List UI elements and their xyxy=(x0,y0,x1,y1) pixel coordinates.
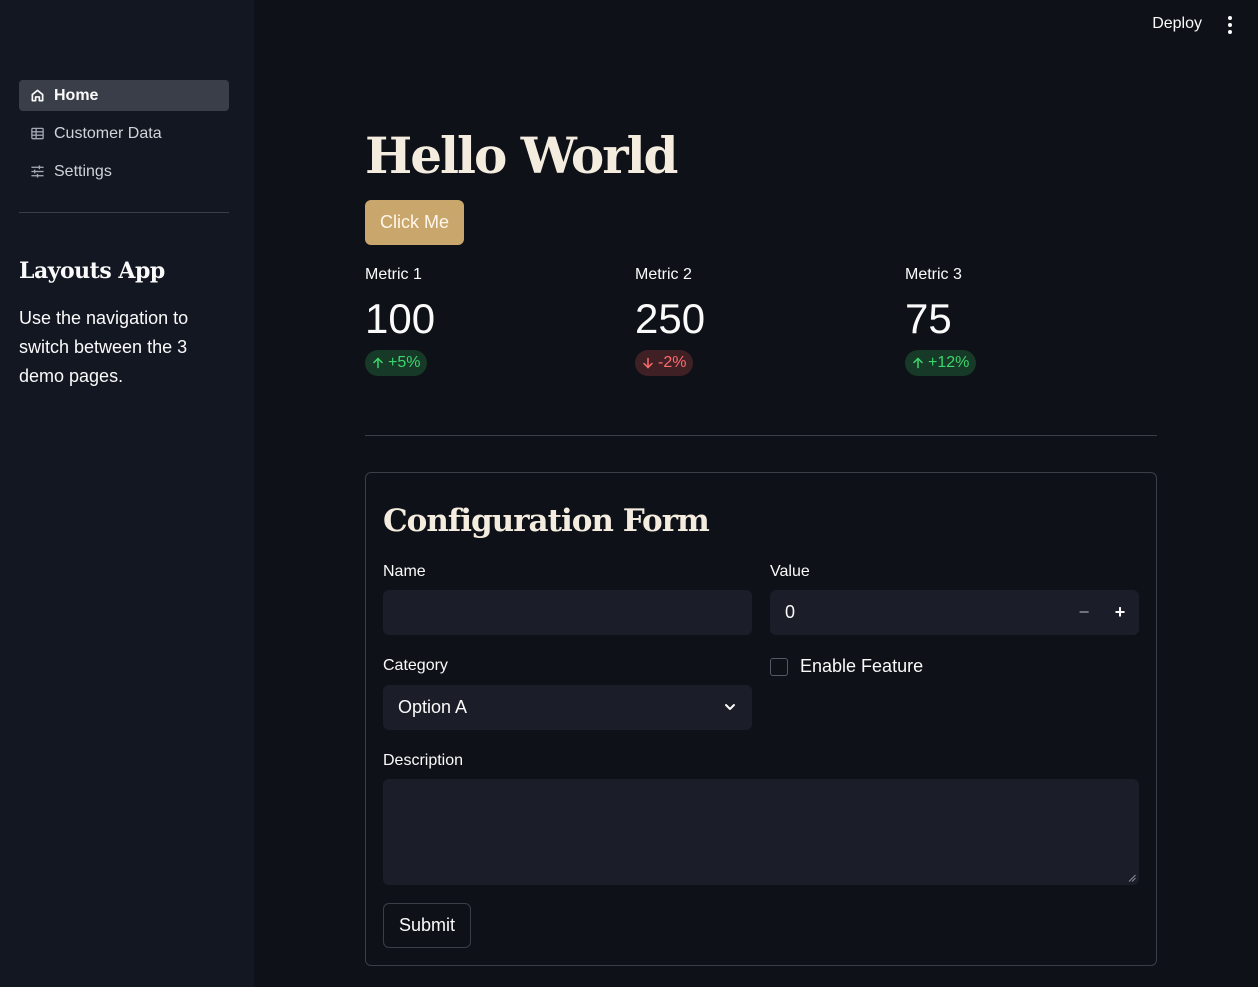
name-input[interactable] xyxy=(383,590,752,635)
metric-label: Metric 1 xyxy=(365,266,422,283)
metric-delta-text: +5% xyxy=(388,354,421,371)
home-icon xyxy=(29,88,45,104)
sidebar-item-label: Home xyxy=(54,86,99,104)
table-icon xyxy=(29,126,45,142)
category-select[interactable]: Option A xyxy=(383,685,752,730)
sidebar: Home Customer Data Settings Layouts App … xyxy=(0,0,254,987)
value-label: Value xyxy=(770,563,810,580)
sidebar-app-title: Layouts App xyxy=(19,258,165,284)
sidebar-divider xyxy=(19,212,229,213)
metric-card-3: Metric 3 75 +12% xyxy=(905,266,1155,376)
value-stepper: − + xyxy=(770,590,1139,635)
sidebar-description: Use the navigation to switch between the… xyxy=(19,308,189,386)
enable-feature-label: Enable Feature xyxy=(800,656,924,676)
metric-card-2: Metric 2 250 -2% xyxy=(635,266,885,376)
plus-icon[interactable]: + xyxy=(1102,590,1138,635)
chevron-down-icon xyxy=(725,704,735,710)
arrow-up-icon xyxy=(373,357,383,369)
sidebar-nav: Home Customer Data Settings xyxy=(19,80,229,194)
sidebar-item-home[interactable]: Home xyxy=(19,80,229,111)
submit-button[interactable]: Submit xyxy=(383,903,471,948)
page-title: Hello World xyxy=(365,126,679,185)
arrow-up-icon xyxy=(913,357,923,369)
metric-delta-text: +12% xyxy=(928,354,970,371)
top-toolbar: Deploy xyxy=(1058,0,1258,52)
kebab-menu-icon[interactable] xyxy=(1222,16,1238,36)
sidebar-item-settings[interactable]: Settings xyxy=(19,156,229,187)
metric-value: 100 xyxy=(365,295,436,342)
section-divider xyxy=(365,435,1157,436)
sidebar-item-label: Customer Data xyxy=(54,124,162,142)
sidebar-item-label: Settings xyxy=(54,162,112,180)
metric-label: Metric 3 xyxy=(905,266,962,283)
enable-feature-checkbox[interactable] xyxy=(770,658,788,676)
category-label: Category xyxy=(383,657,448,674)
deploy-button[interactable]: Deploy xyxy=(1152,15,1202,33)
arrow-down-icon xyxy=(643,357,653,369)
description-label: Description xyxy=(383,752,464,769)
category-selected-value: Option A xyxy=(398,697,468,717)
configuration-form: Configuration Form Name Value − + Catego… xyxy=(365,472,1157,966)
metric-value: 250 xyxy=(635,295,706,342)
metric-delta: +5% xyxy=(365,350,428,376)
name-label: Name xyxy=(383,563,426,580)
metric-delta: +12% xyxy=(905,350,977,376)
metric-delta: -2% xyxy=(635,350,694,376)
description-textarea[interactable] xyxy=(383,779,1139,885)
metric-value: 75 xyxy=(905,295,952,342)
metric-label: Metric 2 xyxy=(635,266,692,283)
click-me-button[interactable]: Click Me xyxy=(365,200,464,245)
sidebar-item-customer-data[interactable]: Customer Data xyxy=(19,118,229,149)
resize-handle-icon[interactable] xyxy=(1128,874,1136,882)
form-title: Configuration Form xyxy=(383,503,710,539)
minus-icon[interactable]: − xyxy=(1066,590,1102,635)
sliders-icon xyxy=(29,164,45,180)
metric-delta-text: -2% xyxy=(658,354,687,371)
metric-card-1: Metric 1 100 +5% xyxy=(365,266,615,376)
